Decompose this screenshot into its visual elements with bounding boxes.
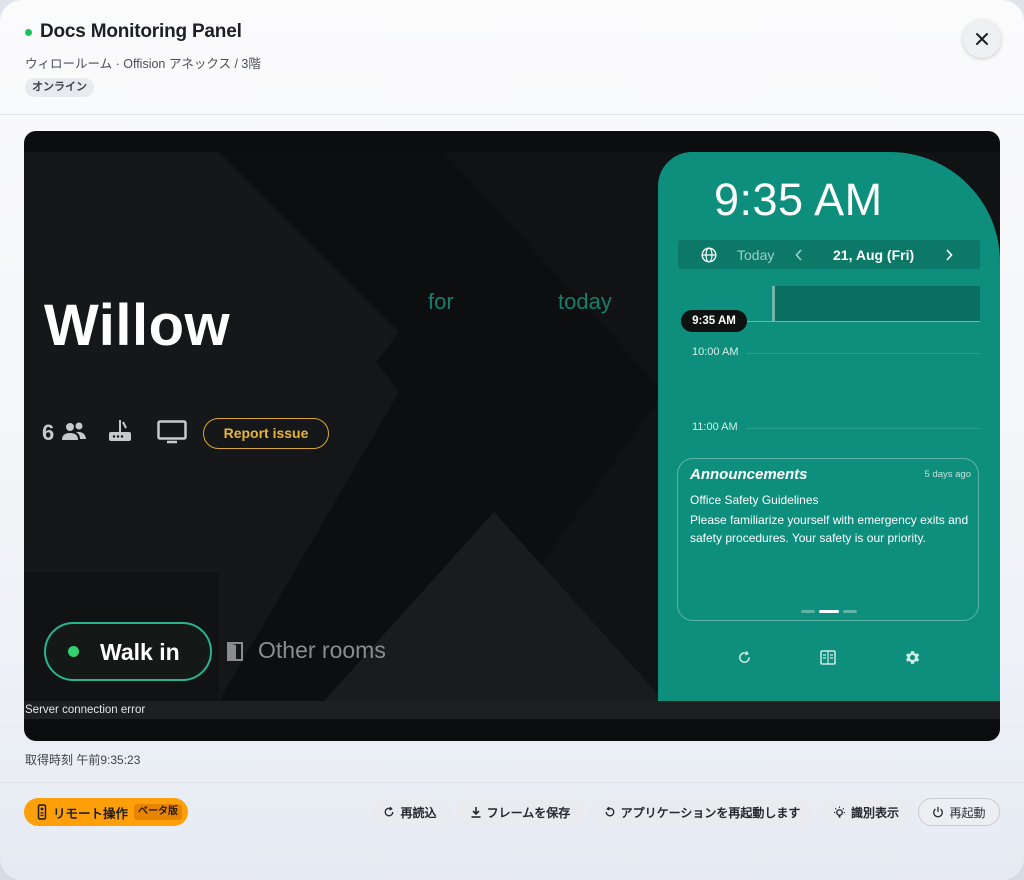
identify-label: 識別表示 xyxy=(850,805,899,820)
panel-clock: 9:35 AM xyxy=(714,174,883,225)
router-icon xyxy=(108,418,132,444)
announcements-title: Announcements xyxy=(690,466,808,483)
chevron-left-icon[interactable] xyxy=(793,248,805,261)
connection-error-banner: Server connection error xyxy=(24,701,1000,719)
lightbulb-icon xyxy=(833,805,846,819)
hour-line xyxy=(746,353,980,354)
save-frame-label: フレームを保存 xyxy=(486,805,571,820)
identify-button[interactable]: 識別表示 xyxy=(820,798,912,826)
device-location: ウィロールーム · Offision アネックス / 3階 xyxy=(25,57,261,71)
status-badge: オンライン xyxy=(25,78,94,97)
close-button[interactable] xyxy=(963,20,1001,58)
reboot-button[interactable]: 再起動 xyxy=(918,798,1000,826)
restart-app-label: アプリケーションを再起動します xyxy=(620,805,801,820)
carousel-indicator[interactable] xyxy=(801,610,857,613)
book-icon[interactable] xyxy=(818,647,838,667)
gear-icon[interactable] xyxy=(902,647,922,667)
remote-control-label: リモート操作 xyxy=(53,806,129,821)
current-time-line xyxy=(747,321,980,322)
walk-in-label: Walk in xyxy=(100,639,180,665)
schedule-event-block[interactable] xyxy=(772,286,980,322)
beta-badge: ベータ版 xyxy=(134,804,183,820)
globe-icon[interactable] xyxy=(700,246,717,263)
announcement-body: Please familiarize yourself with emergen… xyxy=(690,513,969,545)
save-frame-button[interactable]: フレームを保存 xyxy=(456,798,584,826)
hour-label: 11:00 AM xyxy=(692,421,738,433)
monitoring-modal: Docs Monitoring Panel ウィロールーム · Offision… xyxy=(0,0,1024,880)
walk-in-status-dot xyxy=(68,646,79,657)
room-capacity: 6 xyxy=(42,420,55,445)
hour-line xyxy=(746,428,980,429)
capture-timestamp: 取得時刻 午前9:35:23 xyxy=(25,753,141,767)
refresh-icon[interactable] xyxy=(734,647,754,667)
walk-in-button[interactable]: Walk in xyxy=(44,622,212,681)
report-issue-button[interactable]: Report issue xyxy=(203,418,329,449)
announcement-age: 5 days ago xyxy=(924,469,971,480)
power-icon xyxy=(932,806,944,818)
reload-label: 再読込 xyxy=(400,805,437,820)
footer-divider xyxy=(0,782,1024,783)
download-icon xyxy=(470,806,482,818)
room-name: Willow xyxy=(44,293,231,358)
reload-button[interactable]: 再読込 xyxy=(370,798,450,826)
today-button[interactable]: Today xyxy=(737,247,774,263)
people-icon xyxy=(61,420,87,444)
chevron-right-icon[interactable] xyxy=(943,248,955,261)
close-icon xyxy=(976,33,988,45)
schedule-panel: 9:35 AM Today 21, Aug (Fri) 9:35 AM 10:0… xyxy=(658,152,1000,701)
page-title: Docs Monitoring Panel xyxy=(40,21,242,42)
remote-control-button[interactable]: リモート操作 ベータ版 xyxy=(24,798,188,826)
modal-header: Docs Monitoring Panel ウィロールーム · Offision… xyxy=(0,0,1024,115)
remote-icon xyxy=(37,804,47,820)
display-icon xyxy=(157,420,187,444)
announcements-card[interactable]: Announcements 5 days ago Office Safety G… xyxy=(677,458,979,621)
other-rooms-link[interactable]: Other rooms xyxy=(258,637,386,664)
door-icon xyxy=(226,641,246,661)
screen-preview: for today Willow 6 Report issue Walk in … xyxy=(24,131,1000,741)
restart-icon xyxy=(604,806,616,818)
reload-icon xyxy=(383,806,395,818)
hour-label: 10:00 AM xyxy=(692,346,739,358)
ghost-text-for: for xyxy=(428,289,454,314)
room-display: for today Willow 6 Report issue Walk in … xyxy=(24,152,1000,701)
reboot-label: 再起動 xyxy=(949,805,986,820)
announcement-heading: Office Safety Guidelines xyxy=(690,493,819,507)
date-navigator: Today 21, Aug (Fri) xyxy=(678,240,980,269)
current-time-pill: 9:35 AM xyxy=(681,310,747,332)
selected-date: 21, Aug (Fri) xyxy=(833,247,915,263)
online-status-dot xyxy=(25,29,32,36)
ghost-text-today: today xyxy=(558,289,612,314)
restart-app-button[interactable]: アプリケーションを再起動します xyxy=(590,798,814,826)
